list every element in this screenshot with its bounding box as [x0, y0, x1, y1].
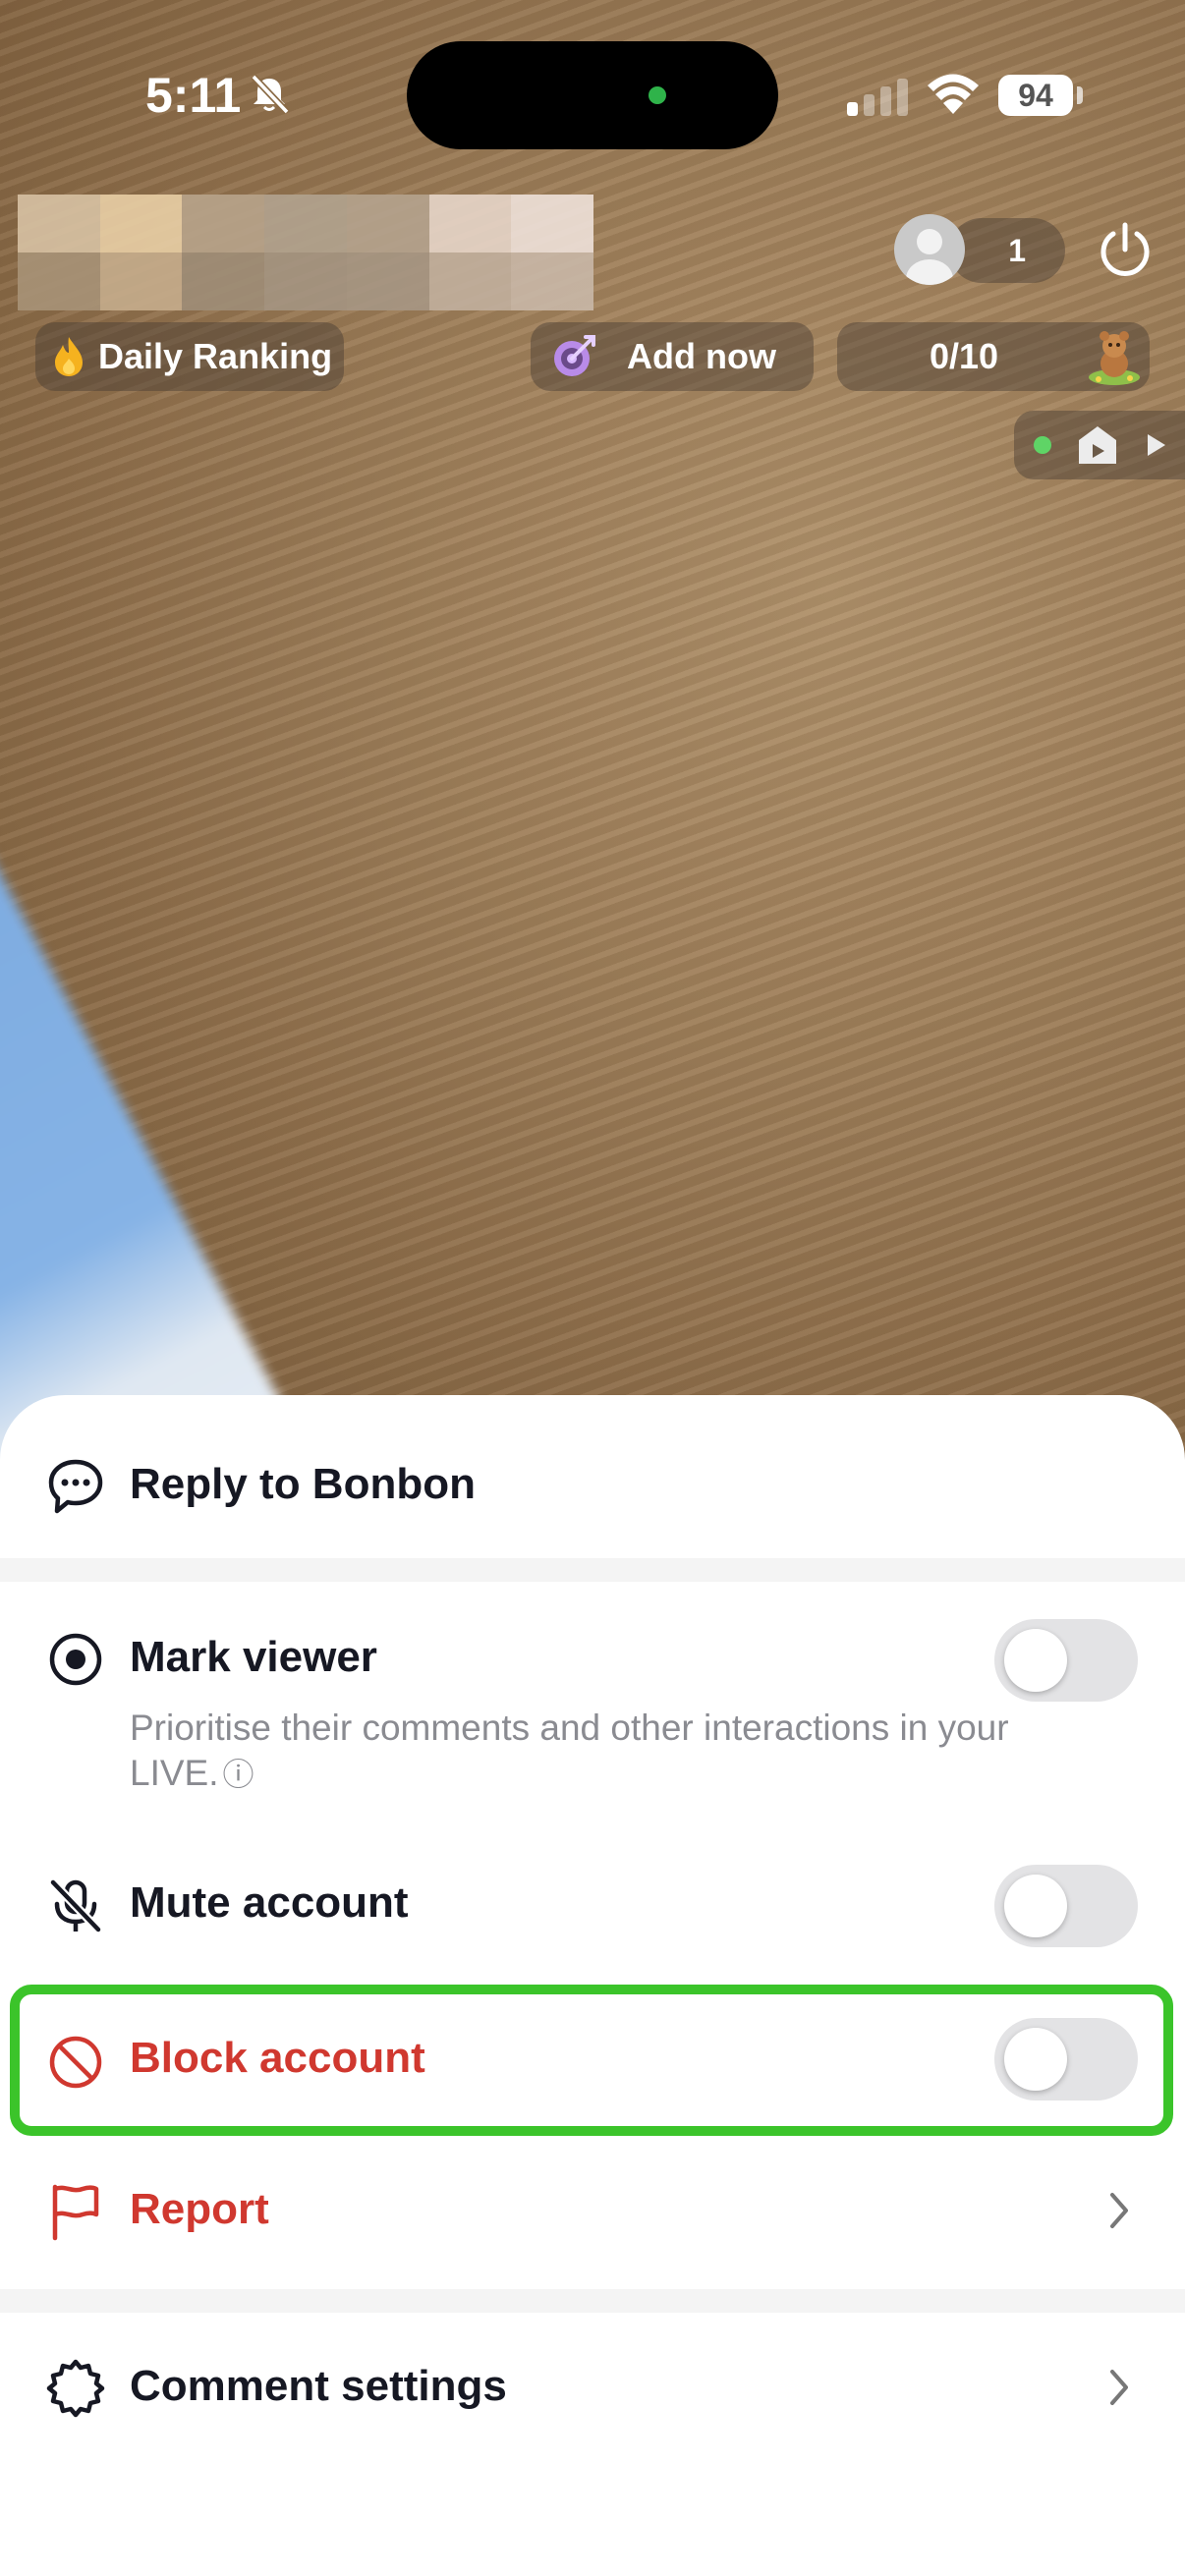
viewer-avatar[interactable]: [894, 214, 965, 285]
mute-account-row: Mute account: [0, 1847, 1185, 1965]
toggle-knob: [1004, 1629, 1067, 1692]
chevron-right-icon: [1110, 2193, 1128, 2228]
flame-icon: [55, 337, 83, 376]
battery-tip: [1077, 86, 1083, 104]
expand-arrow-icon: [1148, 434, 1165, 456]
viewer-count: 1: [1008, 232, 1026, 268]
live-screen: 5:11 94 1 Daily Ranking Add now 0/10 Rep…: [0, 0, 1185, 2576]
toggle-knob: [1004, 1875, 1067, 1937]
mark-viewer-row: Mark viewer Prioritise their comments an…: [0, 1582, 1185, 1798]
bell-muted-icon: [251, 74, 290, 115]
avatar-placeholder-icon: [906, 229, 953, 285]
camera-indicator-dot: [649, 86, 666, 104]
bear-gift-icon: [1089, 331, 1140, 385]
pixelated-username: [18, 195, 593, 310]
flag-icon: [52, 2184, 99, 2241]
cellular-signal-icon: [847, 79, 908, 116]
add-now-button[interactable]: Add now: [531, 322, 814, 391]
live-controls-pill[interactable]: [1014, 411, 1185, 479]
gift-goal-pill[interactable]: 0/10: [837, 322, 1150, 391]
section-divider: [0, 1558, 1185, 1582]
dynamic-island: [407, 41, 778, 149]
reply-label: Reply to Bonbon: [130, 1460, 476, 1508]
gift-goal-progress: 0/10: [930, 336, 999, 376]
home-play-icon: [1079, 426, 1116, 464]
status-time: 5:11: [145, 68, 242, 123]
mark-viewer-description-text: Prioritise their comments and other inte…: [130, 1708, 1009, 1793]
mark-viewer-toggle[interactable]: [994, 1619, 1138, 1702]
wifi-icon: [928, 74, 979, 114]
daily-ranking-button[interactable]: Daily Ranking: [35, 322, 344, 391]
chat-bubble-icon: [48, 1459, 103, 1514]
reply-row[interactable]: Reply to Bonbon: [0, 1415, 1185, 1556]
info-icon[interactable]: ⓘ: [223, 1757, 254, 1792]
radio-target-icon: [49, 1633, 102, 1686]
add-now-label: Add now: [627, 336, 776, 376]
section-divider: [0, 2289, 1185, 2313]
gear-icon: [46, 2359, 105, 2418]
viewer-count-pill[interactable]: 1: [949, 218, 1065, 283]
battery-indicator: 94: [998, 75, 1073, 116]
highlight-frame: [10, 1985, 1173, 2136]
daily-ranking-label: Daily Ranking: [98, 336, 333, 376]
comment-settings-row[interactable]: Comment settings: [0, 2328, 1185, 2446]
target-icon: [554, 335, 595, 376]
power-icon[interactable]: [1095, 220, 1156, 281]
report-label: Report: [130, 2185, 269, 2233]
mark-viewer-label: Mark viewer: [130, 1633, 377, 1681]
comment-settings-label: Comment settings: [130, 2362, 507, 2410]
chevron-right-icon: [1110, 2370, 1128, 2405]
report-row[interactable]: Report: [0, 2152, 1185, 2269]
mic-off-icon: [49, 1878, 102, 1933]
mute-account-toggle[interactable]: [994, 1865, 1138, 1947]
live-status-dot: [1034, 436, 1051, 454]
mute-account-label: Mute account: [130, 1878, 409, 1927]
mark-viewer-description: Prioritise their comments and other inte…: [130, 1706, 1053, 1797]
